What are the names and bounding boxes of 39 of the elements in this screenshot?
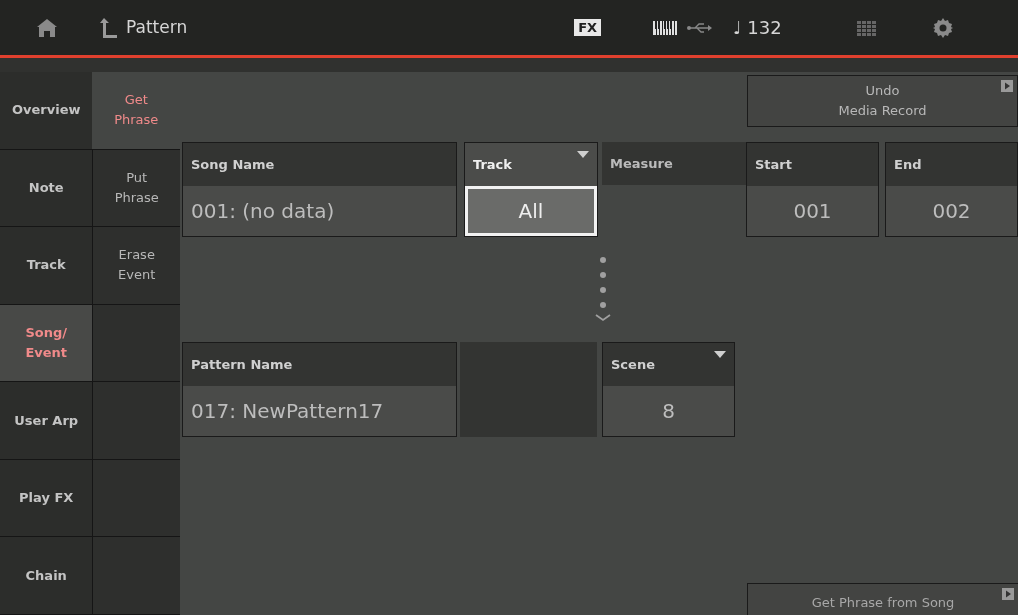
sub-tab[interactable]: Put Phrase xyxy=(92,149,180,228)
menu-tab[interactable]: Song/ Event xyxy=(0,304,93,383)
sub-tab[interactable]: Get Phrase xyxy=(92,72,180,150)
dropdown-icon xyxy=(577,151,589,158)
dropdown-icon xyxy=(714,351,726,358)
track-field[interactable]: Track All xyxy=(464,142,598,237)
tempo-display: ♩ 132 xyxy=(733,16,782,40)
settings-icon[interactable] xyxy=(932,17,953,38)
undo-button[interactable]: Undo Media Record xyxy=(747,75,1018,127)
parameter-field[interactable]: Pattern Name 017: NewPattern17 xyxy=(182,342,457,437)
parameter-field[interactable]: Scene 8 xyxy=(602,342,735,437)
fx-indicator: FX xyxy=(574,19,602,36)
field-label: Scene xyxy=(611,355,655,374)
field-value: 001: (no data) xyxy=(191,198,335,225)
parameter-field[interactable]: Start 001 xyxy=(746,142,879,237)
field-label: Start xyxy=(755,155,792,174)
field-value: 002 xyxy=(932,198,971,225)
parameter-field[interactable]: End 002 xyxy=(885,142,1018,237)
field-value: 001 xyxy=(793,198,832,225)
play-icon xyxy=(1001,80,1013,92)
more-dots-icon xyxy=(594,257,612,322)
field-label: End xyxy=(894,155,922,174)
field-label: Song Name xyxy=(191,155,275,174)
screen-title: Pattern xyxy=(126,15,188,39)
parameter-field[interactable]: Song Name 001: (no data) xyxy=(182,142,457,237)
keyboard-icon xyxy=(653,20,678,35)
field-value: 8 xyxy=(662,398,675,425)
measure-label: Measure xyxy=(610,154,673,173)
field-label: Pattern Name xyxy=(191,355,293,374)
grid-icon[interactable] xyxy=(855,19,878,36)
get-phrase-button[interactable]: Get Phrase from Song xyxy=(747,583,1018,615)
field-value: All xyxy=(518,198,544,225)
usb-icon xyxy=(687,21,714,34)
sub-tab[interactable]: Erase Event xyxy=(92,227,180,305)
play-icon xyxy=(1002,588,1014,600)
field-label: Track xyxy=(473,155,512,174)
field-value: 017: NewPattern17 xyxy=(191,398,384,425)
back-arrow-icon[interactable] xyxy=(100,17,118,38)
home-icon[interactable] xyxy=(37,18,57,37)
